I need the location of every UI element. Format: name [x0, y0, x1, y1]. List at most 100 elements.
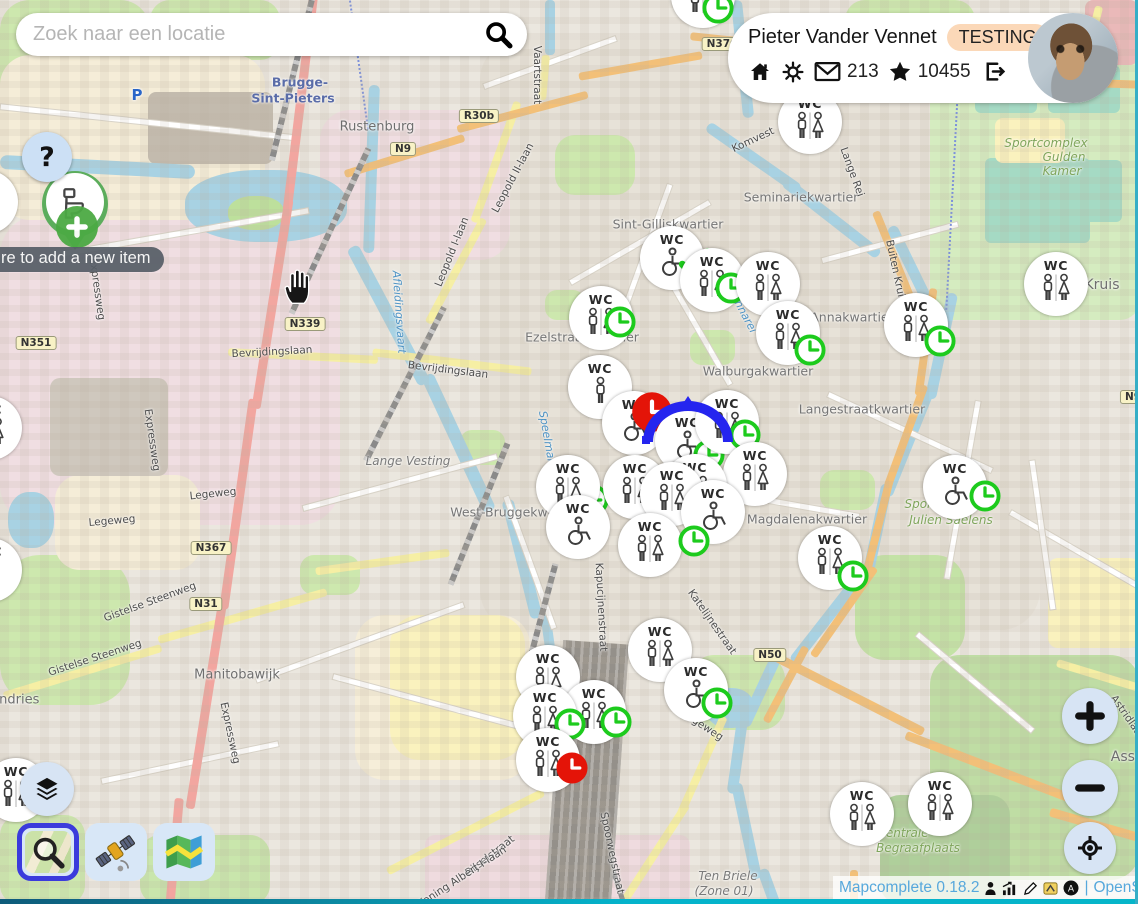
style-satellite-button[interactable] — [85, 823, 147, 881]
map-label: Katelijnestraat — [685, 587, 739, 657]
app-version-label[interactable]: Mapcomplete 0.18.2 — [839, 879, 979, 897]
map-label: Gistelse Steenweg — [102, 580, 198, 625]
marker-badge-clock-red — [556, 752, 589, 785]
crosshair-icon — [1075, 833, 1105, 863]
logout-icon[interactable] — [980, 59, 1007, 84]
help-button[interactable]: ? — [22, 132, 72, 182]
zoom-out-button[interactable] — [1062, 760, 1118, 816]
map-label: Lange Vesting — [366, 454, 451, 468]
map-label: Gistelse Steenweg — [47, 637, 143, 678]
add-item-tooltip: re to add a new item — [0, 247, 164, 272]
folded-map-icon — [162, 830, 206, 874]
map-marker-wc-male[interactable]: WC — [0, 538, 22, 602]
layers-button[interactable] — [20, 762, 74, 816]
user-name: Pieter Vander Vennet — [748, 26, 937, 49]
message-count: 213 — [847, 61, 879, 83]
plus-icon — [1074, 700, 1106, 732]
road-shield: N351 — [16, 336, 57, 350]
map-label: Manitobawijk — [194, 668, 280, 683]
edit-pencil-icon[interactable] — [1023, 881, 1038, 896]
map-label: Rustenburg — [340, 120, 415, 135]
marker-badge-clock-green — [837, 560, 870, 593]
map-label: Sint-Andries — [0, 693, 39, 708]
map-label: Langestraatkwartier — [799, 402, 925, 417]
map-marker-wc-mf[interactable]: WC — [0, 170, 18, 234]
map-label: Expressweg — [142, 408, 163, 472]
road-shield: N9 — [390, 142, 416, 156]
background-style-picker — [17, 823, 215, 881]
zoom-in-button[interactable] — [1062, 688, 1118, 744]
star-icon — [888, 60, 912, 84]
map-marker-wc-mf[interactable]: WC — [830, 782, 894, 846]
messages-icon[interactable] — [814, 61, 841, 82]
search-bar — [16, 13, 527, 56]
map-marker-wc-mf[interactable]: WC — [0, 396, 22, 460]
theme-logo-icon — [1043, 881, 1058, 896]
style-osm-carto-button[interactable] — [17, 823, 79, 881]
map-label: Gulden — [1043, 150, 1086, 164]
copyright-icon[interactable]: A — [1063, 880, 1079, 896]
road-shield: R30b — [459, 109, 499, 123]
map-label: Kamer — [1043, 164, 1082, 178]
road-shield: N50 — [753, 648, 786, 662]
map-label: Kapucijnenstraat — [593, 562, 610, 651]
marker-badge-clock-green — [924, 325, 957, 358]
svg-text:A: A — [1068, 885, 1075, 895]
attribution-bar: Mapcomplete 0.18.2 A | OpenStreetMap — [833, 876, 1138, 900]
marker-badge-clock-green — [678, 525, 711, 558]
map-label: Annakwartier — [810, 310, 894, 325]
geolocate-button[interactable] — [1064, 822, 1116, 874]
map-label: (Zone 01) — [695, 884, 754, 898]
road-shield: N339 — [285, 317, 326, 331]
map-label: Leopold II-laan — [490, 141, 537, 215]
marker-badge-clock-green — [600, 706, 633, 739]
user-panel: Pieter Vander Vennet TESTING 213 10455 — [728, 13, 1118, 103]
selected-marker-arc — [640, 394, 736, 448]
map-label: Vaartstraat — [531, 46, 543, 105]
map-marker-wc-mf[interactable]: WC — [618, 513, 682, 577]
mapcomplete-app: Brugge-Sint-PietersRustenburgPSint-Gilli… — [0, 0, 1138, 904]
changeset-count: 10455 — [918, 61, 971, 83]
user-avatar[interactable] — [1028, 13, 1118, 103]
osm-link[interactable]: OpenStreetMap — [1093, 879, 1138, 897]
map-label: Ten Briele — [698, 869, 757, 883]
style-map-button[interactable] — [153, 823, 215, 881]
map-label: Komvest — [730, 125, 776, 155]
map-label: Seminariekwartier — [744, 190, 859, 205]
map-marker-wc-wheelchair[interactable]: WC — [546, 495, 610, 559]
map-label: Legeweg — [189, 486, 237, 503]
map-label: Assebroek — [1111, 749, 1138, 765]
map-label: Legeweg — [88, 513, 136, 529]
map-label: Afleidingsvaart — [390, 270, 409, 354]
map-label: Brugge- — [272, 75, 328, 90]
minus-icon — [1074, 772, 1106, 804]
map-annotations: Brugge-Sint-PietersRustenburgPSint-Gilli… — [0, 0, 1138, 904]
search-input[interactable] — [16, 23, 484, 46]
map-label: Bevrijdingslaan — [231, 344, 312, 360]
map-label: Kruis — [1085, 277, 1120, 293]
contributor-icon[interactable] — [984, 881, 997, 896]
map-label: Sportcomplex — [1004, 136, 1087, 150]
map-label: Sint-Pieters — [251, 91, 334, 106]
map-label: Koning Albert I-laan — [415, 844, 508, 904]
home-icon[interactable] — [748, 60, 772, 84]
search-icon[interactable] — [484, 20, 514, 50]
map-label: Magdalenakwartier — [747, 512, 867, 527]
map-label: Begraafplaats — [876, 841, 960, 855]
satellite-icon — [94, 830, 138, 874]
map-label: Spoorwegstraat — [597, 811, 626, 895]
marker-badge-clock-green — [969, 480, 1002, 513]
add-plus-icon[interactable] — [56, 206, 98, 248]
map-label: P — [132, 86, 143, 104]
map-label: Leopold I-laan — [433, 215, 472, 288]
settings-gear-icon[interactable] — [781, 60, 805, 84]
map-marker-wc-mf[interactable]: WC — [1024, 252, 1088, 316]
statistics-icon[interactable] — [1002, 881, 1018, 896]
map-marker-wc-mf[interactable]: WC — [908, 772, 972, 836]
road-shield: N367 — [191, 541, 232, 555]
road-shield: N31 — [189, 597, 222, 611]
marker-badge-clock-green — [701, 687, 734, 720]
marker-badge-clock-green — [794, 334, 827, 367]
grab-cursor-icon — [280, 266, 316, 306]
marker-badge-clock-green — [604, 306, 637, 339]
